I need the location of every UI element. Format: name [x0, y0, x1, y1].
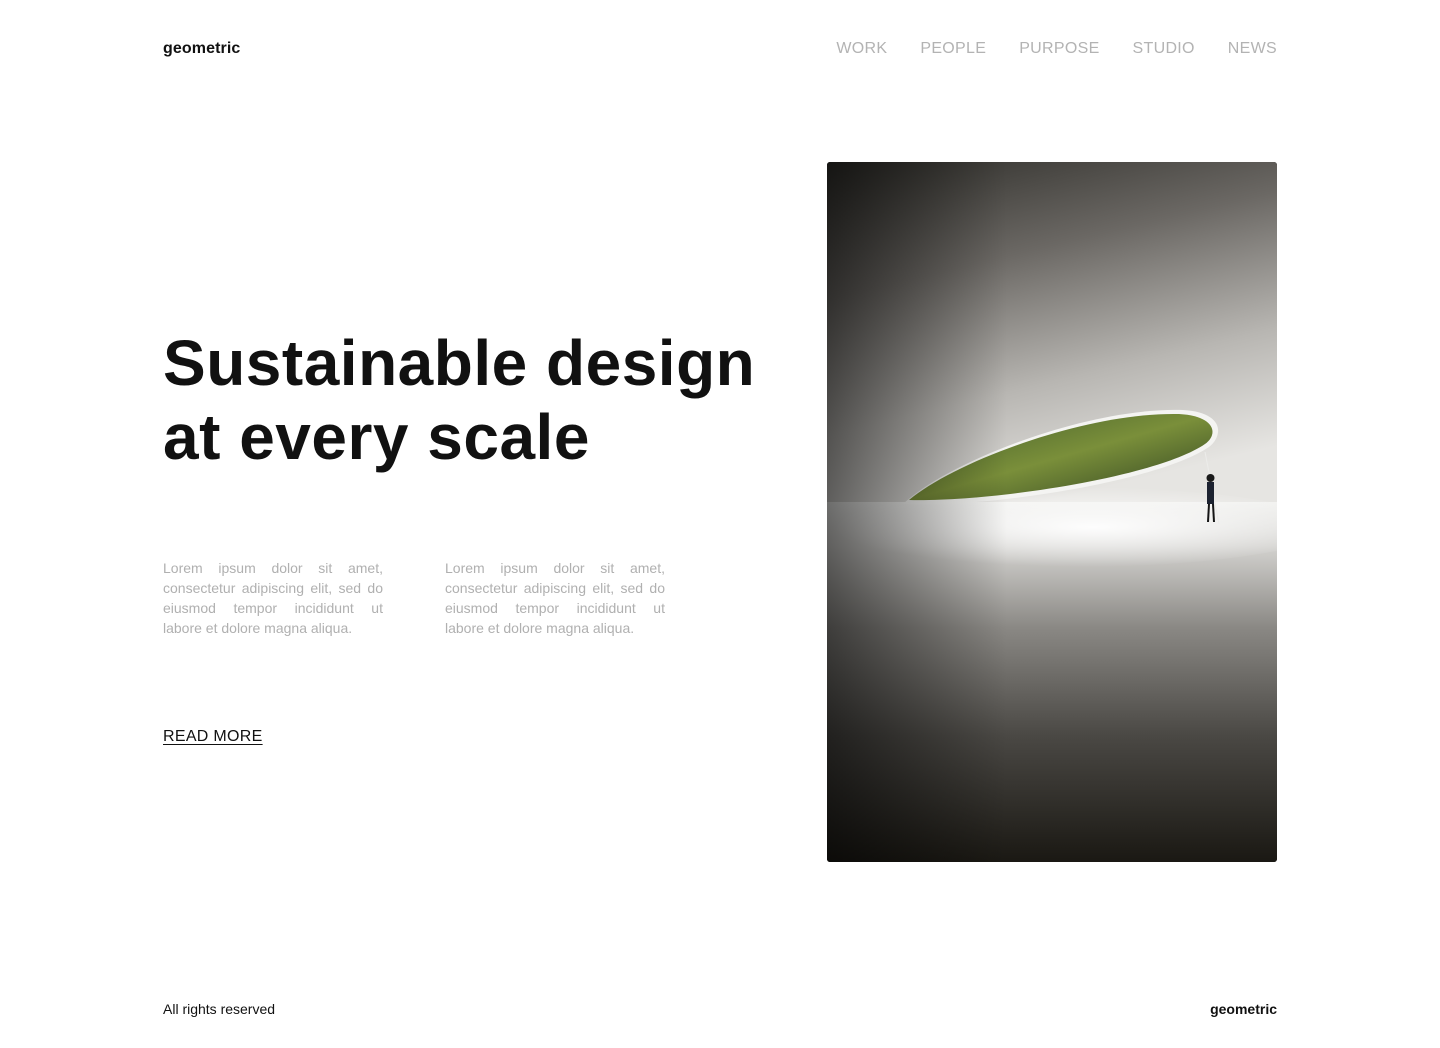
site-header: geometric WORK PEOPLE PURPOSE STUDIO NEW… [163, 38, 1277, 64]
main-nav: WORK PEOPLE PURPOSE STUDIO NEWS [836, 40, 1277, 58]
hero-paragraph-2: Lorem ipsum dolor sit amet, consectetur … [445, 560, 665, 636]
site-footer: All rights reserved geometric [163, 1000, 1277, 1022]
hero-photo-illustration [827, 162, 1277, 862]
nav-item-news[interactable]: NEWS [1228, 40, 1277, 58]
hero-image-concrete-oculus [827, 162, 1277, 862]
nav-item-people[interactable]: PEOPLE [920, 40, 986, 58]
logo[interactable]: geometric [163, 40, 240, 58]
nav-item-purpose[interactable]: PURPOSE [1019, 40, 1099, 58]
nav-item-work[interactable]: WORK [836, 40, 887, 58]
read-more-link[interactable]: READ MORE [163, 728, 263, 746]
footer-logo[interactable]: geometric [1210, 1001, 1277, 1017]
hero-title: Sustainable design at every scale [163, 326, 803, 474]
nav-item-studio[interactable]: STUDIO [1133, 40, 1195, 58]
hero-paragraph-1: Lorem ipsum dolor sit amet, consectetur … [163, 560, 383, 636]
hero-title-line-1: Sustainable design [163, 327, 756, 399]
hero-title-line-2: at every scale [163, 401, 590, 473]
copyright-text: All rights reserved [163, 1001, 276, 1017]
